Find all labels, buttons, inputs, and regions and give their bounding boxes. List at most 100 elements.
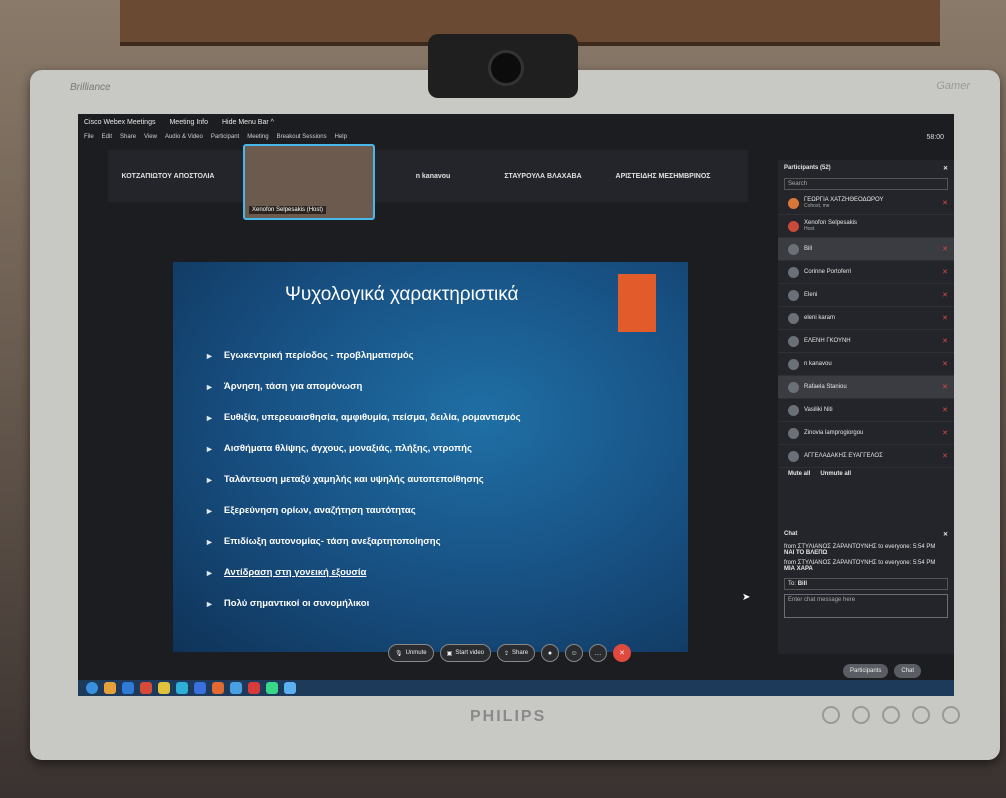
muted-icon: ✕ — [942, 200, 948, 207]
chat-message: from ΣΤΥΛΙΑΝΟΣ ΖΑΡΑΝΤΟΥΝΗΣ to everyone: … — [784, 544, 936, 556]
list-item: ► Επιδίωξη αυτονομίας- τάση ανεξαρτητοποί… — [205, 536, 441, 547]
app-icon[interactable] — [140, 682, 152, 694]
meeting-info-button[interactable]: Meeting Info — [169, 119, 208, 126]
share-icon: ⇪ — [504, 650, 510, 657]
avatar — [788, 243, 799, 255]
list-item[interactable]: Vasiliki Niti ✕ — [778, 399, 954, 422]
app-icon[interactable] — [248, 682, 260, 694]
slide-bullets: ► Εγωκεντρική περίοδος - προβληματισμός ►… — [205, 340, 521, 619]
menu-file[interactable]: File — [84, 134, 94, 140]
active-speaker-video[interactable]: Xenofon Selpesakis (Host) — [243, 144, 375, 220]
mute-controls: Mute all Unmute all — [778, 468, 954, 480]
webcam — [428, 34, 578, 98]
list-item[interactable]: Corinne Portoferri ✕ — [778, 261, 954, 284]
list-item[interactable]: Bill ✕ — [778, 238, 954, 261]
bullet-arrow-icon: ► — [205, 598, 214, 609]
monitor-brand: Brilliance — [70, 82, 111, 93]
chat-recipient-select[interactable]: To: Bill — [784, 578, 948, 590]
avatar — [788, 450, 799, 462]
mute-all-button[interactable]: Mute all — [788, 471, 810, 477]
more-options-button[interactable]: … — [589, 644, 608, 662]
list-item: ► Ταλάντευση μεταξύ χαμηλής και υψηλής αυ… — [205, 474, 484, 485]
app-icon[interactable] — [284, 682, 296, 694]
app-icon[interactable] — [230, 682, 242, 694]
app-icon[interactable] — [122, 682, 134, 694]
muted-icon: ✕ — [942, 338, 948, 345]
list-item[interactable]: ΓΕΩΡΓΙΑ ΧΑΤΖΗΘΕΟΔΩΡΟΥ Cohost, me ✕ — [778, 192, 954, 215]
muted-icon: ✕ — [942, 315, 948, 322]
windows-taskbar — [78, 680, 954, 696]
avatar — [788, 312, 799, 324]
muted-icon: ✕ — [942, 361, 948, 368]
app-icon[interactable] — [104, 682, 116, 694]
menu-edit[interactable]: Edit — [102, 134, 112, 140]
menu-audio-video[interactable]: Audio & Video — [165, 134, 203, 140]
muted-icon: ✕ — [942, 269, 948, 276]
list-item[interactable]: Rafaela Staniou ✕ — [778, 376, 954, 399]
list-item: ► Εξερεύνηση ορίων, αναζήτηση ταυτότητας — [205, 505, 416, 516]
avatar — [788, 404, 799, 416]
share-button[interactable]: ⇪ Share — [497, 644, 536, 662]
list-item[interactable]: Xenofon Selpesakis Host — [778, 215, 954, 238]
menu-help[interactable]: Help — [335, 134, 347, 140]
avatar — [788, 220, 799, 232]
list-item[interactable]: ΕΛΕΝΗ ΓΚΟΥΝΗ ✕ — [778, 330, 954, 353]
menu-breakout[interactable]: Breakout Sessions — [277, 134, 327, 140]
muted-icon: ✕ — [942, 292, 948, 299]
participant-search-input[interactable]: Search — [784, 178, 948, 190]
app-icon[interactable] — [266, 682, 278, 694]
video-strip: ΚΟΤΖΑΠΙΩΤΟΥ ΑΠΟΣΤΟΛΙΑ n kanavou ΣΤΑΥΡΟΥΛ… — [108, 150, 748, 202]
screen: Cisco Webex Meetings Meeting Info Hide M… — [78, 114, 954, 696]
app-icon[interactable] — [176, 682, 188, 694]
menu-participant[interactable]: Participant — [211, 134, 239, 140]
participant-tile[interactable]: ΣΤΑΥΡΟΥΛΑ ΒΛΑΧΑΒΑ — [488, 173, 598, 180]
close-icon[interactable]: ✕ — [943, 165, 948, 172]
app-icon[interactable] — [194, 682, 206, 694]
start-icon[interactable] — [86, 682, 98, 694]
chat-title: Chat — [784, 531, 798, 537]
unmute-all-button[interactable]: Unmute all — [820, 471, 851, 477]
unmute-button[interactable]: 🎙 Unmute — [388, 644, 434, 662]
participants-button[interactable]: Participants — [843, 664, 889, 678]
menu-bar: File Edit Share View Audio & Video Parti… — [78, 130, 954, 144]
slide-title: Ψυχολογικά χαρακτηριστικά — [285, 284, 519, 305]
monitor-button[interactable] — [912, 706, 930, 724]
app-icon[interactable] — [212, 682, 224, 694]
panel-toggle-buttons: Participants Chat — [843, 664, 922, 678]
start-video-button[interactable]: ▣ Start video — [439, 644, 491, 662]
bullet-arrow-icon: ► — [205, 350, 214, 361]
chat-panel: Chat ✕ from ΣΤΥΛΙΑΝΟΣ ΖΑΡΑΝΤΟΥΝΗΣ to eve… — [778, 526, 954, 654]
menu-view[interactable]: View — [144, 134, 157, 140]
monitor-button[interactable] — [942, 706, 960, 724]
record-button[interactable]: ● — [541, 644, 560, 662]
list-item: ► Αντίδραση στη γονεική εξουσία — [205, 567, 367, 578]
monitor-button[interactable] — [822, 706, 840, 724]
microphone-icon: 🎙 — [395, 650, 403, 657]
app-icon[interactable] — [158, 682, 170, 694]
chat-button[interactable]: Chat — [894, 664, 922, 678]
close-icon[interactable]: ✕ — [943, 531, 948, 538]
monitor-button[interactable] — [852, 706, 870, 724]
menu-meeting[interactable]: Meeting — [247, 134, 268, 140]
chat-input[interactable]: Enter chat message here — [784, 594, 948, 618]
monitor-buttons — [822, 706, 960, 724]
reactions-button[interactable]: ☺ — [565, 644, 584, 662]
list-item[interactable]: Zinovia lamprogiorgou ✕ — [778, 422, 954, 445]
bullet-arrow-icon: ► — [205, 412, 214, 423]
list-item[interactable]: n kanavou ✕ — [778, 353, 954, 376]
participants-header: Participants (52) ✕ — [778, 160, 954, 176]
hide-menu-button[interactable]: Hide Menu Bar ^ — [222, 119, 274, 126]
avatar — [788, 289, 799, 301]
avatar — [788, 335, 799, 347]
participant-tile[interactable]: n kanavou — [378, 173, 488, 180]
list-item[interactable]: ΑΓΓΕΛΑΔΑΚΗΣ ΕΥΑΓΓΕΛΟΣ ✕ — [778, 445, 954, 468]
bullet-arrow-icon: ► — [205, 381, 214, 392]
menu-share[interactable]: Share — [120, 134, 136, 140]
list-item[interactable]: eleni karam ✕ — [778, 307, 954, 330]
participant-tile[interactable]: ΑΡΙΣΤΕΙΔΗΣ ΜΕΣΗΜΒΡΙΝΟΣ — [598, 173, 728, 180]
participant-tile[interactable]: ΚΟΤΖΑΠΙΩΤΟΥ ΑΠΟΣΤΟΛΙΑ — [108, 173, 228, 180]
list-item[interactable]: Eleni ✕ — [778, 284, 954, 307]
chat-header: Chat ✕ — [778, 526, 954, 542]
monitor-button[interactable] — [882, 706, 900, 724]
leave-meeting-button[interactable]: ✕ — [613, 644, 632, 662]
